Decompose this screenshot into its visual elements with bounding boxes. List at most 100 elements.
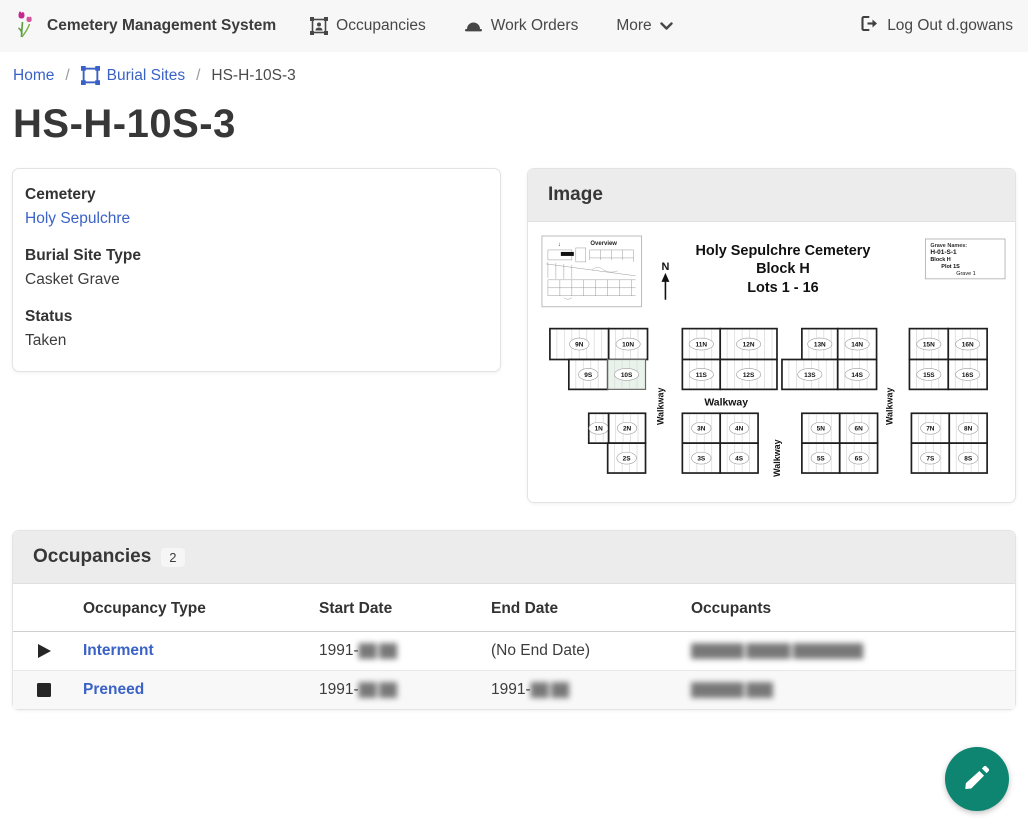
frame-icon: [81, 66, 100, 85]
plot-cell-4n: 4N: [720, 413, 758, 443]
field-burial-site-type: Burial Site Type Casket Grave: [25, 244, 488, 292]
nav-item-work-orders[interactable]: Work Orders: [464, 17, 579, 35]
field-cemetery: Cemetery Holy Sepulchre: [25, 183, 488, 231]
portrait-frame-icon: [310, 17, 328, 35]
start-date-cell: 1991-██ ██: [311, 632, 483, 671]
occupancy-type-link[interactable]: Preneed: [83, 681, 144, 698]
plot-cell-6n: 6N: [840, 413, 878, 443]
logout-button[interactable]: Log Out d.gowans: [860, 15, 1013, 37]
plot-cell-1n: 1N: [589, 413, 609, 443]
occupancy-type-link[interactable]: Interment: [83, 642, 154, 659]
cemetery-label: Cemetery: [25, 183, 488, 207]
image-card-title: Image: [548, 184, 603, 206]
svg-text:N: N: [661, 261, 669, 273]
column-header-icon: [13, 584, 75, 632]
svg-text:Block H: Block H: [756, 261, 810, 277]
breadcrumb-home[interactable]: Home: [13, 67, 54, 85]
plot-cell-3s: 3S: [682, 443, 720, 473]
occupancies-section: Occupancies 2 Occupancy Type Start Date …: [12, 530, 1016, 710]
svg-text:Plot 1S: Plot 1S: [941, 264, 960, 270]
nav-item-occupancies[interactable]: Occupancies: [310, 17, 426, 35]
grave-names-legend: Grave Names: H-01-S-1 Block H Plot 1S Gr…: [925, 239, 1005, 279]
svg-text:10N: 10N: [622, 341, 634, 348]
svg-text:10S: 10S: [621, 372, 633, 379]
svg-text:11S: 11S: [696, 372, 708, 379]
plot-cell-2n: 2N: [609, 413, 646, 443]
plot-cell-11n: 11N: [682, 329, 720, 360]
occupants-cell: ██████ ███: [683, 671, 1015, 710]
occupancies-count-badge: 2: [161, 548, 184, 567]
plot-cell-12n: 12N: [720, 329, 777, 360]
breadcrumb-current: HS-H-10S-3: [211, 67, 295, 85]
svg-text:1N: 1N: [595, 426, 604, 433]
edit-fab[interactable]: [945, 747, 1009, 811]
plot-cell-8s: 8S: [949, 443, 987, 473]
play-icon: [37, 642, 52, 659]
field-status: Status Taken: [25, 305, 488, 353]
hardhat-icon: [464, 18, 483, 34]
pencil-icon: [962, 763, 992, 796]
occupants-cell: ██████ █████ ████████: [683, 632, 1015, 671]
svg-text:8N: 8N: [964, 426, 973, 433]
app-title: Cemetery Management System: [47, 17, 276, 35]
plot-cell-3n: 3N: [682, 413, 720, 443]
svg-text:2N: 2N: [623, 426, 632, 433]
svg-text:6N: 6N: [855, 426, 864, 433]
details-card: Cemetery Holy Sepulchre Burial Site Type…: [12, 168, 501, 372]
plot-cell-16n: 16N: [948, 329, 987, 360]
plot-cell-5n: 5N: [802, 413, 840, 443]
svg-text:14N: 14N: [851, 341, 863, 348]
svg-text:Lots 1 - 16: Lots 1 - 16: [747, 280, 818, 296]
occupancy-row: Interment1991-██ ██(No End Date)██████ █…: [13, 632, 1015, 671]
plot-cell-4s: 4S: [720, 443, 758, 473]
breadcrumb: Home / Burial Sites / HS-H-10S-3: [0, 66, 1028, 85]
breadcrumb-burial-sites[interactable]: Burial Sites: [81, 66, 185, 85]
plot-cell-15n: 15N: [909, 329, 948, 360]
svg-text:7N: 7N: [926, 426, 935, 433]
logout-icon: [860, 15, 879, 37]
svg-text:13N: 13N: [814, 341, 826, 348]
svg-text:12N: 12N: [743, 341, 755, 348]
redacted-end-date: ██ ██: [531, 682, 569, 697]
map-title: Holy Sepulchre Cemetery Block H Lots 1 -…: [695, 243, 870, 296]
nav-item-more[interactable]: More: [616, 17, 672, 35]
svg-text:9S: 9S: [584, 372, 593, 379]
burial-site-type-value: Casket Grave: [25, 268, 488, 292]
svg-text:7S: 7S: [926, 455, 935, 462]
svg-text:4S: 4S: [735, 455, 744, 462]
breadcrumb-burial-sites-label: Burial Sites: [107, 67, 185, 85]
occupancy-row: Preneed1991-██ ██1991-██ ████████ ███: [13, 671, 1015, 710]
plot-cell-16s: 16S: [948, 360, 987, 390]
column-header-occupants: Occupants: [683, 584, 1015, 632]
svg-text:16N: 16N: [962, 341, 974, 348]
redacted-start-date: ██ ██: [359, 643, 397, 658]
svg-text:Block H: Block H: [930, 257, 950, 263]
plot-cell-8n: 8N: [949, 413, 987, 443]
plot-cell-7s: 7S: [911, 443, 949, 473]
north-arrow-icon: N: [661, 261, 669, 300]
app-brand[interactable]: Cemetery Management System: [15, 10, 276, 43]
svg-text:5N: 5N: [817, 426, 826, 433]
top-navbar: Cemetery Management System Occupancies W…: [0, 0, 1028, 52]
svg-text:15S: 15S: [923, 372, 935, 379]
cemetery-link[interactable]: Holy Sepulchre: [25, 210, 130, 227]
plot-cell-14n: 14N: [838, 329, 877, 360]
svg-text:Overview: Overview: [590, 241, 617, 247]
svg-text:14S: 14S: [851, 372, 863, 379]
svg-text:11N: 11N: [696, 341, 708, 348]
redacted-start-date: ██ ██: [359, 682, 397, 697]
nav-label-occupancies: Occupancies: [336, 17, 426, 35]
nav-label-work-orders: Work Orders: [491, 17, 579, 35]
chevron-down-icon: [660, 22, 673, 31]
column-header-type: Occupancy Type: [75, 584, 311, 632]
walkway-label: Walkway: [704, 397, 748, 408]
plot-map-svg: Overview ↓ N: [528, 222, 1015, 497]
plot-cell-10s: 10S: [608, 360, 646, 390]
svg-text:4N: 4N: [735, 426, 744, 433]
occupancies-table-header-row: Occupancy Type Start Date End Date Occup…: [13, 584, 1015, 632]
svg-text:Grave 1: Grave 1: [956, 271, 975, 277]
end-date-cell: 1991-██ ██: [483, 671, 683, 710]
plot-cell-9n: 9N: [550, 329, 609, 360]
svg-text:13S: 13S: [804, 372, 816, 379]
svg-text:3N: 3N: [697, 426, 706, 433]
